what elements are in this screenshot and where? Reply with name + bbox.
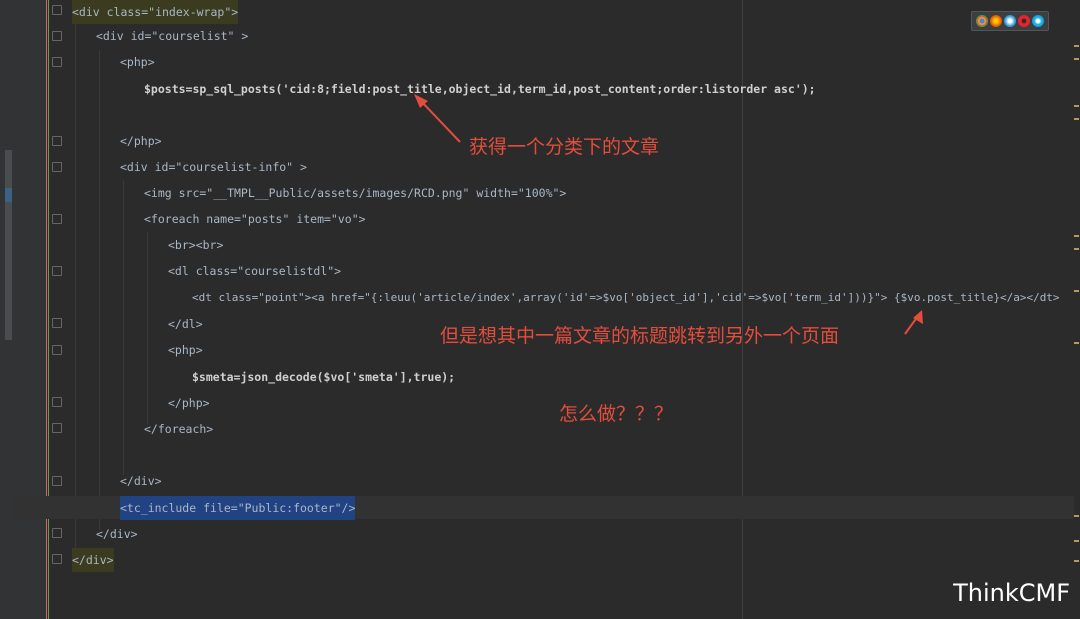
code-line[interactable]: </php>: [168, 391, 210, 415]
fold-marker[interactable]: [52, 162, 62, 172]
fold-marker[interactable]: [52, 345, 62, 355]
fold-marker[interactable]: [52, 214, 62, 224]
code-line[interactable]: <div class="index-wrap">: [72, 0, 239, 24]
gutter-divider: [46, 0, 47, 619]
fold-marker[interactable]: [52, 136, 62, 146]
gutter-vcs-bar: [48, 0, 49, 619]
annotation-note-1: 获得一个分类下的文章: [469, 136, 660, 158]
line-gutter: [0, 0, 46, 619]
code-line[interactable]: $smeta=json_decode($vo['smeta'],true);: [192, 365, 455, 389]
firefox-icon[interactable]: [990, 15, 1002, 27]
code-line[interactable]: </php>: [120, 129, 162, 153]
arrow-line-2: [904, 315, 919, 335]
fold-marker[interactable]: [52, 266, 62, 276]
chrome-icon[interactable]: [976, 15, 988, 27]
arrow-head-2: [913, 310, 923, 324]
safari-icon[interactable]: [1004, 15, 1016, 27]
code-line[interactable]: <tc_include file="Public:footer"/>: [120, 496, 356, 520]
code-line[interactable]: </div>: [72, 548, 114, 572]
fold-marker[interactable]: [52, 528, 62, 538]
fold-marker[interactable]: [52, 397, 62, 407]
code-line[interactable]: </dl>: [168, 312, 203, 336]
thinkcmf-watermark: ThinkCMF: [953, 579, 1070, 607]
fold-marker[interactable]: [52, 318, 62, 328]
fold-marker[interactable]: [52, 476, 62, 486]
right-marker-bar[interactable]: [1074, 0, 1080, 619]
code-line[interactable]: </foreach>: [144, 417, 213, 441]
fold-marker[interactable]: [52, 554, 62, 564]
code-line[interactable]: <br><br>: [168, 233, 223, 257]
opera-icon[interactable]: [1018, 15, 1030, 27]
fold-marker[interactable]: [52, 31, 62, 41]
code-line[interactable]: <dt class="point"><a href="{:leuu('artic…: [192, 286, 1060, 310]
ie-icon[interactable]: [1032, 15, 1044, 27]
code-line[interactable]: <dl class="courselistdl">: [168, 259, 341, 283]
code-line[interactable]: </div>: [96, 522, 138, 546]
code-line[interactable]: <php>: [168, 338, 203, 362]
code-line[interactable]: <img src="__TMPL__Public/assets/images/R…: [144, 181, 566, 205]
arrow-line-1: [419, 99, 461, 143]
code-line[interactable]: $posts=sp_sql_posts('cid:8;field:post_ti…: [144, 77, 816, 101]
fold-marker[interactable]: [52, 5, 62, 15]
annotation-note-2: 但是想其中一篇文章的标题跳转到另外一个页面: [440, 325, 840, 347]
fold-marker[interactable]: [52, 57, 62, 67]
code-line[interactable]: <foreach name="posts" item="vo">: [144, 207, 366, 231]
gutter-change-marker: [5, 150, 12, 340]
browser-preview-bar: [971, 11, 1049, 31]
annotation-note-3: 怎么做？？？: [559, 403, 674, 425]
gutter-bookmark-marker: [5, 188, 12, 202]
code-line[interactable]: <div id="courselist-info" >: [120, 155, 307, 179]
code-line[interactable]: </div>: [120, 469, 162, 493]
code-line[interactable]: <php>: [120, 50, 155, 74]
fold-marker[interactable]: [52, 423, 62, 433]
code-line[interactable]: <div id="courselist" >: [96, 24, 248, 48]
